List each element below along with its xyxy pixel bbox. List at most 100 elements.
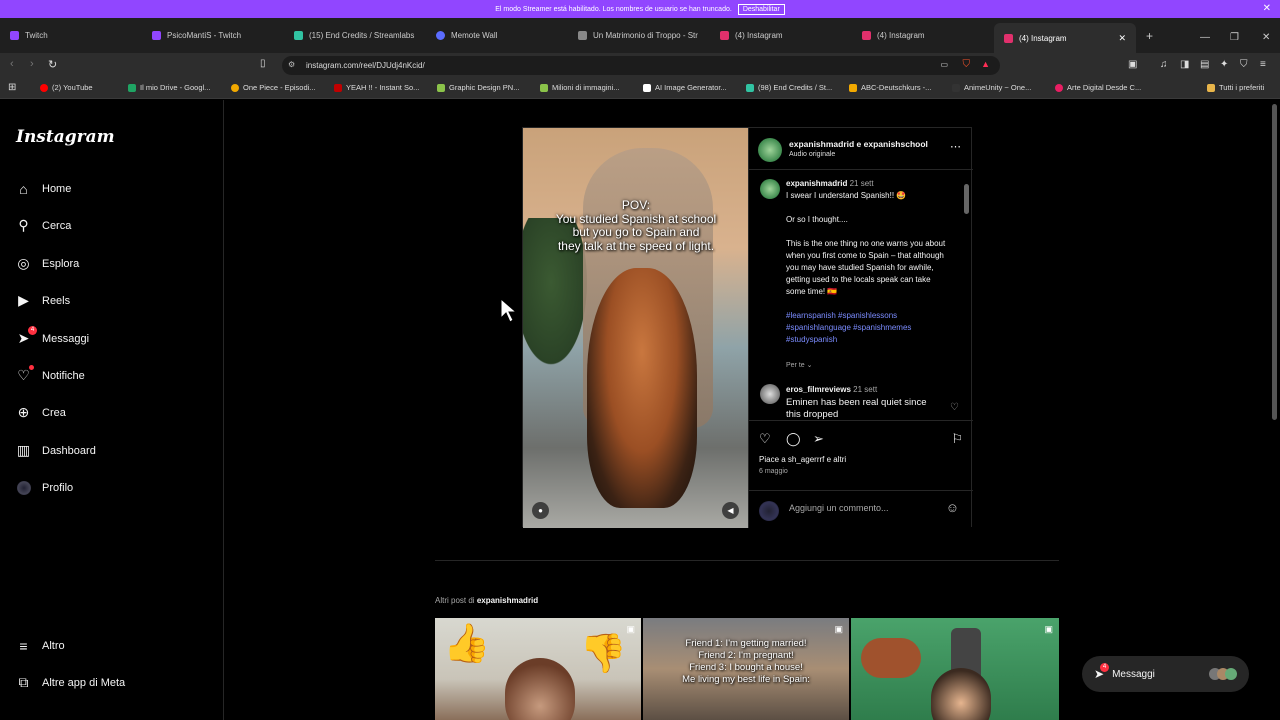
nav-explore[interactable]: ◎ Esplora (15, 255, 79, 272)
comment-input[interactable]: Aggiungi un commento... (789, 503, 889, 513)
comment-icon[interactable]: ◯ (786, 431, 801, 447)
close-icon[interactable]: ✕ (1263, 3, 1271, 14)
user-tag-icon[interactable]: ● (532, 502, 549, 519)
menu-icon[interactable]: ≡ (1260, 59, 1266, 70)
bookmark-item[interactable]: (98) End Credits / St... (746, 83, 846, 92)
avatar[interactable] (760, 384, 780, 404)
caption-hashtags[interactable]: #learnspanish #spanishlessons #spanishla… (786, 310, 951, 346)
streamlabs-icon (294, 31, 303, 40)
likes-text[interactable]: Piace a sh_agerrrf e altri (759, 455, 846, 464)
reel-video[interactable]: POV: You studied Spanish at school but y… (523, 128, 748, 528)
notification-badge: 4 (28, 326, 37, 335)
bookmark-item[interactable]: One Piece - Episodi... (231, 83, 331, 92)
bookmark-page-icon[interactable]: ▯ (260, 58, 266, 69)
browser-tab[interactable]: Twitch (0, 23, 142, 49)
brave-rewards-icon[interactable]: ▲ (981, 59, 990, 69)
apps-grid-icon[interactable]: ⊞ (8, 82, 16, 93)
for-you-label[interactable]: Per te ⌄ (786, 360, 951, 372)
bookmark-item[interactable]: Arte Digital Desde C... (1055, 83, 1155, 92)
site-info-icon[interactable]: ⚙ (288, 60, 295, 69)
url-text: instagram.com/reel/DJUdj4nKcid/ (306, 61, 425, 70)
like-comment-heart-icon[interactable]: ♡ (950, 402, 959, 414)
reels-icon: ▣ (1044, 624, 1053, 634)
cast-icon[interactable]: ▭ (940, 60, 948, 69)
nav-search[interactable]: ⚲ Cerca (15, 217, 71, 234)
dashboard-icon: ▥ (16, 442, 31, 458)
scrollbar-thumb[interactable] (964, 184, 969, 214)
nav-meta-apps[interactable]: ⧉ Altre app di Meta (15, 674, 126, 691)
nav-profile[interactable]: Profilo (15, 479, 73, 496)
heart-icon[interactable]: ♡ (759, 431, 771, 447)
bookmark-item[interactable]: ABC-Deutschkurs -... (849, 83, 949, 92)
browser-tab[interactable]: (4) Instagram (852, 23, 994, 49)
browser-tab[interactable]: PsicoMantiS - Twitch (142, 23, 284, 49)
nav-create[interactable]: ⊕ Crea (15, 404, 66, 421)
new-tab-button[interactable]: + (1146, 29, 1153, 43)
bookmark-item[interactable]: Graphic Design PN... (437, 83, 537, 92)
split-view-icon[interactable]: ◨ (1180, 59, 1189, 70)
page-scrollbar[interactable] (1272, 100, 1278, 720)
back-icon[interactable]: ‹ (10, 58, 14, 70)
audio-label[interactable]: Audio originale (789, 151, 835, 158)
nav-reels[interactable]: ▶ Reels (15, 292, 70, 309)
browser-tab-active[interactable]: (4) Instagram ✕ (994, 23, 1136, 53)
post-thumbnail[interactable]: ▣ (851, 618, 1059, 720)
sidebar-toggle-icon[interactable]: ▣ (1128, 59, 1137, 70)
chevron-down-icon: ⌄ (806, 362, 813, 369)
nav-more[interactable]: ≡ Altro (15, 637, 64, 654)
comment-user[interactable]: eros_filmreviews (786, 385, 851, 394)
nav-messages[interactable]: ➤ 4 Messaggi (15, 326, 89, 347)
caption-body: This is the one thing no one warns you a… (786, 239, 946, 296)
post-thumbnail[interactable]: 👍 👎 ▣ (435, 618, 641, 720)
bookmark-item[interactable]: AnimeUnity ~ One... (952, 83, 1052, 92)
caption-line: I swear I understand Spanish!! 🤩 (786, 191, 907, 200)
vpn-icon[interactable]: ⛉ (1240, 59, 1248, 70)
post-date: 6 maggio (759, 468, 788, 475)
more-options-icon[interactable]: ⋯ (950, 140, 961, 153)
volume-icon[interactable]: ◀ (722, 502, 739, 519)
bookmark-item[interactable]: YEAH !! - Instant So... (334, 83, 434, 92)
browser-tab[interactable]: Un Matrimonio di Troppo - Str (568, 23, 710, 49)
bookmark-item[interactable]: AI Image Generator... (643, 83, 743, 92)
leo-ai-icon[interactable]: ✦ (1220, 59, 1228, 70)
emoji-icon[interactable]: ☺ (946, 500, 959, 515)
nav-notifications[interactable]: ♡ Notifiche (15, 365, 85, 384)
browser-tab[interactable]: (4) Instagram (710, 23, 852, 49)
bookmark-icon[interactable]: ⚐ (951, 431, 963, 447)
browser-tab[interactable]: (15) End Credits / Streamlabs (284, 23, 426, 49)
instagram-logo[interactable]: Instagram (16, 127, 115, 147)
post-thumbnail[interactable]: Friend 1: I'm getting married! Friend 2:… (643, 618, 849, 720)
nav-dashboard[interactable]: ▥ Dashboard (15, 442, 96, 459)
bookmark-item[interactable]: (2) YouTube (40, 83, 130, 92)
menu-icon: ≡ (19, 637, 28, 654)
bookmark-item[interactable]: Il mio Drive - Googl... (128, 83, 228, 92)
messages-floating-button[interactable]: ➤ 4 Messaggi (1082, 656, 1249, 692)
all-bookmarks-folder[interactable]: Tutti i preferiti (1207, 83, 1279, 92)
reels-icon: ▣ (626, 624, 635, 634)
browser-tab[interactable]: Memote Wall (426, 23, 568, 49)
media-icon[interactable]: ♫ (1160, 59, 1168, 70)
caption-user[interactable]: expanishmadrid (786, 179, 847, 188)
wallet-icon[interactable]: ▤ (1200, 59, 1209, 70)
url-field[interactable]: ⚙ instagram.com/reel/DJUdj4nKcid/ ▭ ⛉ ▲ (282, 56, 1000, 75)
nav-home[interactable]: ⌂ Home (15, 180, 71, 197)
bookmark-item[interactable]: Milioni di immagini... (540, 83, 640, 92)
close-tab-icon[interactable]: ✕ (1118, 33, 1126, 44)
brave-shield-icon[interactable]: ⛉ (963, 59, 971, 70)
close-window-icon[interactable]: ✕ (1262, 32, 1270, 43)
bookmark-favicon-icon (1055, 83, 1063, 92)
comments-scrollbar[interactable] (964, 174, 969, 418)
scrollbar-thumb[interactable] (1272, 104, 1277, 420)
avatar[interactable] (760, 179, 780, 199)
restore-icon[interactable]: ❐ (1230, 32, 1239, 43)
share-icon[interactable]: ➢ (813, 431, 824, 447)
disable-streamer-mode-button[interactable]: Deshabilitar (737, 3, 785, 15)
avatar (1225, 668, 1237, 680)
post-author[interactable]: expanishmadrid e expanishschool (789, 139, 928, 149)
forward-icon[interactable]: › (30, 58, 34, 70)
avatar[interactable] (758, 138, 782, 162)
more-posts-user[interactable]: expanishmadrid (477, 596, 538, 605)
reels-icon: ▶ (18, 292, 29, 308)
minimize-icon[interactable]: — (1200, 32, 1210, 43)
reload-icon[interactable]: ↻ (48, 58, 57, 71)
